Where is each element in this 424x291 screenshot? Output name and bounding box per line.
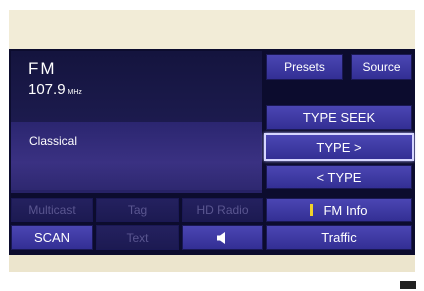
bottom-strip <box>9 255 415 272</box>
multicast-button[interactable]: Multicast <box>11 198 93 222</box>
band-label: FM <box>28 59 57 78</box>
source-button[interactable]: Source <box>351 54 412 80</box>
text-button[interactable]: Text <box>96 225 179 250</box>
scan-button[interactable]: SCAN <box>11 225 93 250</box>
type-prev-button[interactable]: < TYPE <box>266 165 412 189</box>
hd-radio-button[interactable]: HD Radio <box>182 198 263 222</box>
speaker-icon <box>217 231 225 244</box>
traffic-button[interactable]: Traffic <box>266 225 412 250</box>
frequency-value: 107.9 <box>28 81 66 98</box>
image-code <box>399 281 416 289</box>
genre-band <box>11 122 262 190</box>
tag-button[interactable]: Tag <box>96 198 179 222</box>
frequency-display: 107.9 MHz <box>28 81 82 98</box>
speaker-button[interactable] <box>182 225 263 250</box>
fm-info-button[interactable]: FM Info <box>266 198 412 222</box>
genre-label: Classical <box>29 134 78 148</box>
fm-info-label: FM Info <box>323 202 368 218</box>
presets-button[interactable]: Presets <box>266 54 343 80</box>
type-next-button[interactable]: TYPE > <box>264 133 414 161</box>
type-seek-button[interactable]: TYPE SEEK <box>266 105 412 130</box>
status-marker-icon <box>310 204 314 216</box>
frequency-unit: MHz <box>67 89 82 96</box>
